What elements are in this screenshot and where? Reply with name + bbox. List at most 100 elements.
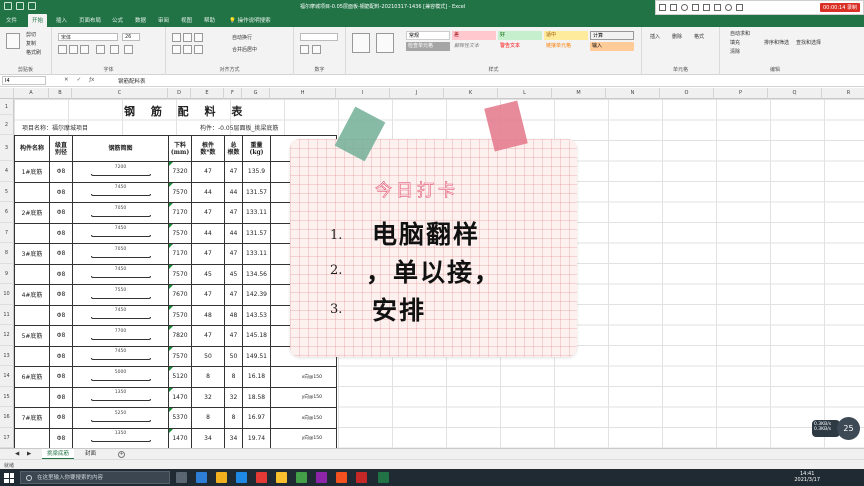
format-painter-button[interactable]: 格式刷 — [26, 49, 41, 56]
note-cell[interactable]: y向@150 — [270, 386, 337, 408]
weight-cell[interactable]: 135.9 — [242, 161, 271, 183]
settings-icon[interactable] — [736, 4, 743, 11]
bold-icon[interactable] — [58, 45, 67, 54]
count-cell[interactable]: 47 — [191, 325, 225, 347]
rectangle-icon[interactable] — [670, 4, 677, 11]
align-middle-icon[interactable] — [183, 33, 192, 42]
cut-button[interactable]: 剪切 — [26, 31, 36, 38]
column-header[interactable]: G — [242, 88, 270, 99]
browser-icon[interactable] — [196, 472, 207, 483]
grade-cell[interactable]: Φ8 — [49, 325, 73, 347]
number-format-select[interactable] — [300, 33, 338, 41]
style-normal[interactable]: 常规 — [406, 31, 450, 40]
style-bad[interactable]: 差 — [452, 31, 496, 40]
weight-cell[interactable]: 16.18 — [242, 366, 271, 388]
count-cell[interactable]: 47 — [191, 202, 225, 224]
total-cell[interactable]: 45 — [224, 263, 243, 285]
row-header[interactable]: 8 — [0, 243, 14, 264]
align-right-icon[interactable] — [194, 45, 203, 54]
row-header[interactable]: 16 — [0, 407, 14, 428]
taskbar-search[interactable]: 在这里输入你要搜索的内容 — [20, 471, 170, 484]
eraser-icon[interactable] — [714, 4, 721, 11]
cut-length-cell[interactable]: 1470 — [168, 427, 192, 449]
weight-cell[interactable]: 143.53 — [242, 304, 271, 326]
count-cell[interactable]: 45 — [191, 263, 225, 285]
pen-icon[interactable] — [659, 4, 666, 11]
column-header[interactable]: C — [72, 88, 168, 99]
conditional-format-icon[interactable] — [352, 33, 370, 53]
clear-button[interactable]: 清除 — [730, 48, 740, 55]
row-header[interactable]: 4 — [0, 161, 14, 182]
grade-cell[interactable]: Φ8 — [49, 222, 73, 244]
shape-cell[interactable]: 7450 — [72, 345, 169, 367]
style-explanatory[interactable]: 解释性文本 — [452, 42, 496, 51]
column-header[interactable]: Q — [768, 88, 822, 99]
count-cell[interactable]: 47 — [191, 243, 225, 265]
grade-cell[interactable]: Φ8 — [49, 284, 73, 306]
italic-icon[interactable] — [69, 45, 78, 54]
column-header[interactable]: O — [660, 88, 714, 99]
insert-cells-button[interactable]: 插入 — [650, 33, 660, 40]
grade-cell[interactable]: Φ8 — [49, 181, 73, 203]
shape-cell[interactable]: 1350 — [72, 427, 169, 449]
column-header[interactable]: N — [606, 88, 660, 99]
grade-cell[interactable]: Φ8 — [49, 427, 73, 449]
cut-length-cell[interactable]: 7170 — [168, 243, 192, 265]
cut-length-cell[interactable]: 7570 — [168, 263, 192, 285]
style-input[interactable]: 输入 — [590, 42, 634, 51]
total-cell[interactable]: 47 — [224, 202, 243, 224]
column-header[interactable]: D — [168, 88, 191, 99]
grade-cell[interactable]: Φ8 — [49, 407, 73, 429]
cut-length-cell[interactable]: 7320 — [168, 161, 192, 183]
member-cell[interactable] — [14, 427, 50, 449]
shape-cell[interactable]: 7450 — [72, 222, 169, 244]
member-cell[interactable] — [14, 263, 50, 285]
row-header[interactable]: 11 — [0, 304, 14, 325]
style-neutral[interactable]: 适中 — [544, 31, 588, 40]
shape-cell[interactable]: 5000 — [72, 366, 169, 388]
weight-cell[interactable]: 19.74 — [242, 427, 271, 449]
copy-button[interactable]: 复制 — [26, 40, 36, 47]
undo-annotation-icon[interactable] — [725, 4, 732, 11]
shape-cell[interactable]: 1350 — [72, 386, 169, 408]
column-header[interactable]: A — [14, 88, 49, 99]
align-bottom-icon[interactable] — [194, 33, 203, 42]
cut-length-cell[interactable]: 1470 — [168, 386, 192, 408]
total-cell[interactable]: 50 — [224, 345, 243, 367]
align-center-icon[interactable] — [183, 45, 192, 54]
weight-cell[interactable]: 133.11 — [242, 202, 271, 224]
row-header[interactable]: 9 — [0, 263, 14, 284]
enter-icon[interactable]: ✓ — [77, 77, 82, 83]
shape-cell[interactable]: 7550 — [72, 284, 169, 306]
tab-review[interactable]: 审阅 — [158, 16, 169, 24]
undo-icon[interactable] — [16, 2, 24, 10]
weight-cell[interactable]: 16.97 — [242, 407, 271, 429]
member-cell[interactable]: 4#底筋 — [14, 284, 50, 306]
row-header[interactable]: 1 — [0, 99, 14, 115]
row-header[interactable]: 5 — [0, 181, 14, 202]
row-header[interactable]: 17 — [0, 427, 14, 448]
weight-cell[interactable]: 18.58 — [242, 386, 271, 408]
weight-cell[interactable]: 131.57 — [242, 181, 271, 203]
count-cell[interactable]: 44 — [191, 222, 225, 244]
column-header[interactable]: E — [191, 88, 224, 99]
save-icon[interactable] — [4, 2, 12, 10]
cut-length-cell[interactable]: 7670 — [168, 284, 192, 306]
task-view-icon[interactable] — [176, 472, 187, 483]
row-header[interactable]: 15 — [0, 386, 14, 407]
tab-page-layout[interactable]: 页面布局 — [79, 16, 101, 24]
member-cell[interactable]: 1#底筋 — [14, 161, 50, 183]
tab-help[interactable]: 帮助 — [204, 16, 215, 24]
tab-view[interactable]: 视图 — [181, 16, 192, 24]
tab-insert[interactable]: 插入 — [56, 16, 67, 24]
column-header[interactable]: M — [552, 88, 606, 99]
weight-cell[interactable]: 145.18 — [242, 325, 271, 347]
paste-icon[interactable] — [6, 33, 20, 49]
row-header[interactable]: 2 — [0, 115, 14, 135]
file-explorer-icon[interactable] — [216, 472, 227, 483]
count-cell[interactable]: 32 — [191, 386, 225, 408]
total-cell[interactable]: 44 — [224, 222, 243, 244]
font-color-icon[interactable] — [124, 45, 133, 54]
excel-taskbar-icon[interactable] — [378, 472, 389, 483]
member-cell[interactable]: 6#底筋 — [14, 366, 50, 388]
